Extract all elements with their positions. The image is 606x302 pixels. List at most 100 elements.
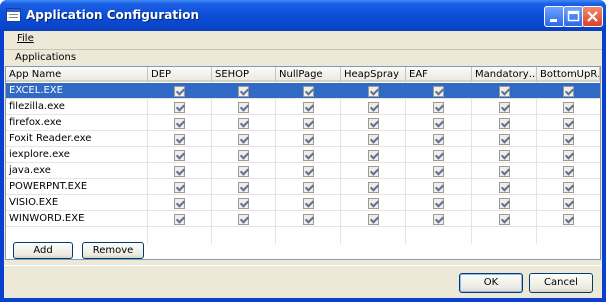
mitigation-checkbox[interactable]: [238, 150, 249, 161]
mitigation-checkbox[interactable]: [433, 150, 444, 161]
mitigation-checkbox[interactable]: [433, 166, 444, 177]
close-icon: [587, 11, 598, 22]
divider: [4, 265, 602, 266]
mitigation-checkbox[interactable]: [499, 150, 510, 161]
column-header-1[interactable]: DEP: [148, 67, 212, 82]
mitigation-checkbox[interactable]: [499, 182, 510, 193]
applications-grid[interactable]: App Name DEP SEHOP NullPage HeapSpray EAF Mand…: [5, 66, 601, 260]
table-row[interactable]: POWERPNT.EXE: [6, 179, 600, 195]
mitigation-checkbox[interactable]: [174, 86, 185, 97]
mitigation-checkbox[interactable]: [563, 166, 574, 177]
mitigation-checkbox[interactable]: [563, 198, 574, 209]
mitigation-checkbox[interactable]: [174, 134, 185, 145]
mitigation-checkbox[interactable]: [303, 166, 314, 177]
mitigation-checkbox[interactable]: [174, 118, 185, 129]
mitigation-checkbox[interactable]: [563, 182, 574, 193]
table-row[interactable]: EXCEL.EXE: [6, 83, 600, 99]
mitigation-checkbox[interactable]: [303, 214, 314, 225]
mitigation-checkbox[interactable]: [174, 198, 185, 209]
mitigation-checkbox[interactable]: [368, 134, 379, 145]
mitigation-checkbox[interactable]: [303, 182, 314, 193]
column-header-4[interactable]: HeapSpray: [341, 67, 406, 82]
mitigation-checkbox[interactable]: [433, 198, 444, 209]
title-bar[interactable]: Application Configuration: [0, 0, 606, 31]
mitigation-checkbox[interactable]: [433, 102, 444, 113]
mitigation-checkbox[interactable]: [499, 166, 510, 177]
mitigation-checkbox[interactable]: [238, 118, 249, 129]
mitigation-checkbox[interactable]: [303, 134, 314, 145]
application-configuration-window: Application Configuration File Applicati…: [0, 0, 606, 302]
mitigation-checkbox[interactable]: [238, 166, 249, 177]
mitigation-checkbox[interactable]: [433, 214, 444, 225]
mitigation-checkbox[interactable]: [174, 166, 185, 177]
mitigation-checkbox[interactable]: [368, 118, 379, 129]
mitigation-checkbox[interactable]: [238, 182, 249, 193]
add-button[interactable]: Add: [13, 242, 73, 259]
mitigation-checkbox[interactable]: [563, 118, 574, 129]
cancel-button[interactable]: Cancel: [529, 273, 593, 293]
column-header-6[interactable]: Mandatory…: [472, 67, 537, 82]
remove-button[interactable]: Remove: [82, 242, 144, 259]
column-header-5[interactable]: EAF: [406, 67, 472, 82]
table-row[interactable]: Foxit Reader.exe: [6, 131, 600, 147]
minimize-button[interactable]: [544, 6, 565, 27]
table-row[interactable]: firefox.exe: [6, 115, 600, 131]
mitigation-checkbox[interactable]: [368, 198, 379, 209]
table-row[interactable]: filezilla.exe: [6, 99, 600, 115]
mitigation-checkbox[interactable]: [303, 102, 314, 113]
ok-button[interactable]: OK: [459, 273, 523, 293]
table-row[interactable]: VISIO.EXE: [6, 195, 600, 211]
mitigation-checkbox[interactable]: [238, 134, 249, 145]
applications-group-header: Applications: [4, 49, 602, 65]
menu-file[interactable]: File: [17, 33, 34, 44]
close-button[interactable]: [582, 6, 603, 27]
window-title: Application Configuration: [26, 8, 199, 22]
mitigation-checkbox[interactable]: [563, 150, 574, 161]
mitigation-checkbox[interactable]: [499, 214, 510, 225]
mitigation-checkbox[interactable]: [499, 102, 510, 113]
mitigation-checkbox[interactable]: [433, 134, 444, 145]
mitigation-checkbox[interactable]: [563, 102, 574, 113]
mitigation-checkbox[interactable]: [433, 182, 444, 193]
mitigation-checkbox[interactable]: [368, 166, 379, 177]
app-name-cell: filezilla.exe: [9, 101, 65, 112]
app-name-cell: POWERPNT.EXE: [9, 181, 88, 192]
mitigation-checkbox[interactable]: [174, 150, 185, 161]
menu-bar: File: [4, 31, 602, 48]
mitigation-checkbox[interactable]: [174, 182, 185, 193]
mitigation-checkbox[interactable]: [499, 86, 510, 97]
mitigation-checkbox[interactable]: [563, 134, 574, 145]
mitigation-checkbox[interactable]: [303, 150, 314, 161]
table-row[interactable]: WINWORD.EXE: [6, 211, 600, 227]
mitigation-checkbox[interactable]: [238, 86, 249, 97]
mitigation-checkbox[interactable]: [368, 214, 379, 225]
mitigation-checkbox[interactable]: [563, 86, 574, 97]
mitigation-checkbox[interactable]: [174, 214, 185, 225]
table-row[interactable]: iexplore.exe: [6, 147, 600, 163]
mitigation-checkbox[interactable]: [303, 198, 314, 209]
mitigation-checkbox[interactable]: [303, 118, 314, 129]
table-row[interactable]: java.exe: [6, 163, 600, 179]
column-header-2[interactable]: SEHOP: [212, 67, 276, 82]
mitigation-checkbox[interactable]: [238, 198, 249, 209]
mitigation-checkbox[interactable]: [174, 102, 185, 113]
column-header-3[interactable]: NullPage: [276, 67, 341, 82]
mitigation-checkbox[interactable]: [499, 118, 510, 129]
column-header-0[interactable]: App Name: [6, 67, 148, 82]
mitigation-checkbox[interactable]: [368, 102, 379, 113]
mitigation-checkbox[interactable]: [368, 150, 379, 161]
remove-button-label: Remove: [92, 245, 134, 256]
mitigation-checkbox[interactable]: [499, 134, 510, 145]
mitigation-checkbox[interactable]: [303, 86, 314, 97]
mitigation-checkbox[interactable]: [563, 214, 574, 225]
mitigation-checkbox[interactable]: [238, 102, 249, 113]
mitigation-checkbox[interactable]: [238, 214, 249, 225]
mitigation-checkbox[interactable]: [368, 86, 379, 97]
minimize-icon: [550, 19, 557, 22]
mitigation-checkbox[interactable]: [499, 198, 510, 209]
mitigation-checkbox[interactable]: [433, 86, 444, 97]
column-header-7[interactable]: BottomUpR…: [537, 67, 600, 82]
mitigation-checkbox[interactable]: [368, 182, 379, 193]
maximize-button[interactable]: [563, 6, 584, 27]
mitigation-checkbox[interactable]: [433, 118, 444, 129]
